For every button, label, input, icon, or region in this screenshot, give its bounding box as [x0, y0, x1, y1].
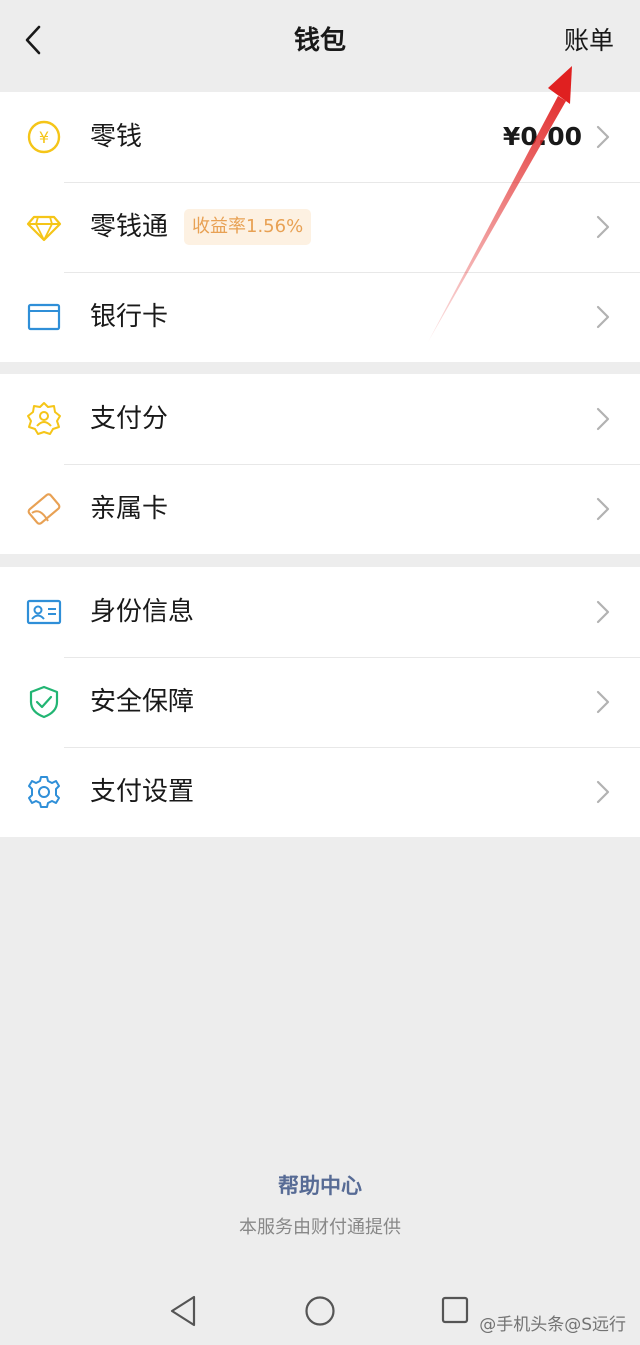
wallet-group-settings: 身份信息 安全保障 支付设置	[0, 567, 640, 837]
svg-text:¥: ¥	[39, 128, 49, 147]
chevron-right-icon	[596, 497, 610, 521]
family-card-icon	[26, 491, 62, 527]
yuan-coin-icon: ¥	[26, 119, 62, 155]
row-label: 零钱通	[90, 212, 169, 242]
row-change-pass[interactable]: 零钱通 收益率1.56%	[0, 182, 640, 272]
chevron-right-icon	[596, 600, 610, 624]
row-label: 安全保障	[90, 687, 195, 717]
score-badge-icon	[26, 401, 62, 437]
page-title: 钱包	[293, 26, 346, 56]
circle-home-icon	[305, 1296, 335, 1326]
bank-card-icon	[26, 299, 62, 335]
diamond-icon	[26, 209, 62, 245]
row-bank-card[interactable]: 银行卡	[0, 272, 640, 362]
nav-home-button[interactable]	[304, 1294, 336, 1332]
provider-note: 本服务由财付通提供	[239, 1217, 401, 1238]
nav-back-button[interactable]	[168, 1294, 198, 1332]
row-change[interactable]: ¥ 零钱 ¥0.00	[0, 92, 640, 182]
nav-recents-button[interactable]	[440, 1294, 470, 1332]
chevron-right-icon	[596, 407, 610, 431]
shield-check-icon	[26, 684, 62, 720]
chevron-right-icon	[596, 215, 610, 239]
row-label: 身份信息	[90, 597, 195, 627]
help-center-link[interactable]: 帮助中心	[0, 1170, 640, 1200]
bill-button[interactable]: 账单	[564, 22, 614, 60]
row-security[interactable]: 安全保障	[0, 657, 640, 747]
yield-rate-badge: 收益率1.56%	[184, 209, 312, 245]
triangle-back-icon	[170, 1295, 196, 1327]
wallet-group-credit: 支付分 亲属卡	[0, 374, 640, 554]
row-label: 支付分	[90, 404, 169, 434]
row-label: 银行卡	[90, 302, 169, 332]
chevron-right-icon	[596, 125, 610, 149]
row-pay-score[interactable]: 支付分	[0, 374, 640, 464]
chevron-right-icon	[596, 305, 610, 329]
watermark: @手机头条@S远行	[479, 1315, 626, 1335]
square-recents-icon	[441, 1296, 469, 1324]
wallet-group-balance: ¥ 零钱 ¥0.00 零钱通 收益率1.56% 银行卡	[0, 92, 640, 362]
row-family-card[interactable]: 亲属卡	[0, 464, 640, 554]
chevron-right-icon	[596, 780, 610, 804]
row-label: 支付设置	[90, 777, 195, 807]
header: 钱包 账单	[0, 0, 640, 92]
gear-icon	[26, 774, 62, 810]
row-label: 零钱	[90, 122, 143, 152]
row-identity[interactable]: 身份信息	[0, 567, 640, 657]
row-label: 亲属卡	[90, 494, 169, 524]
row-pay-settings[interactable]: 支付设置	[0, 747, 640, 837]
id-card-icon	[26, 594, 62, 630]
balance-value: ¥0.00	[502, 122, 582, 151]
chevron-right-icon	[596, 690, 610, 714]
